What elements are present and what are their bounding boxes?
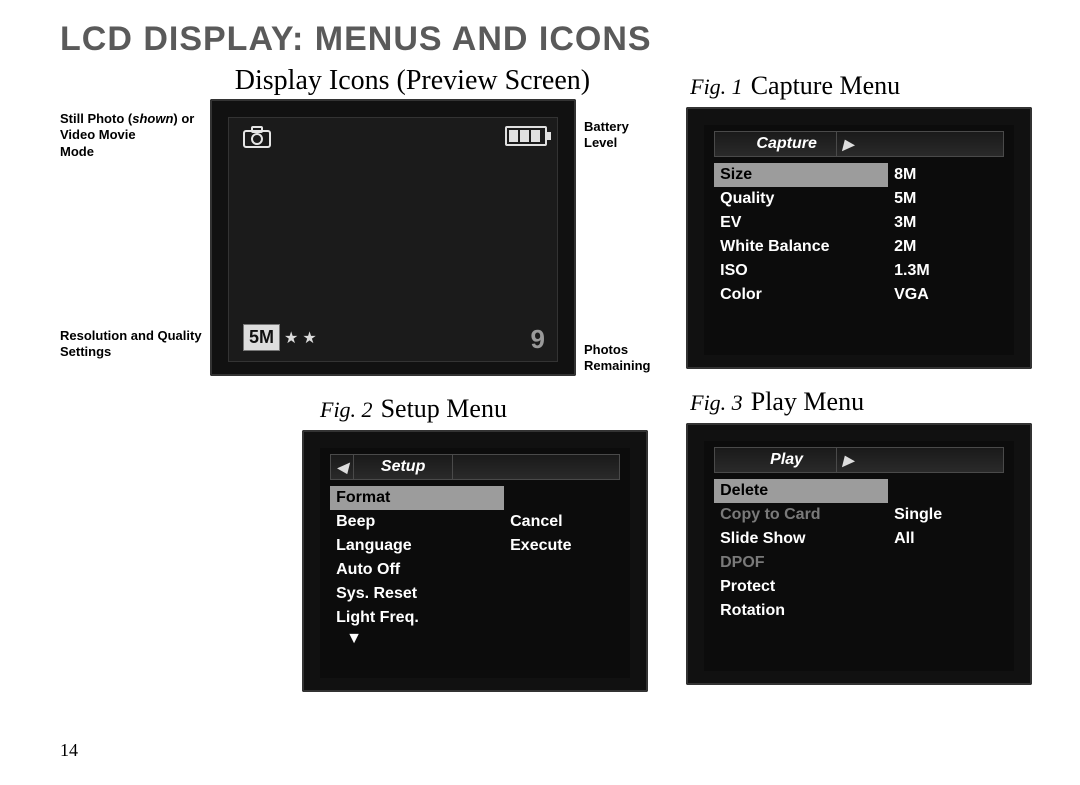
menu-item: Light Freq.: [330, 606, 504, 630]
camera-icon: [243, 126, 271, 154]
menu-value: 8M: [888, 163, 1004, 187]
tab-arrow-right-icon: ▶: [837, 448, 859, 472]
photos-remaining-value: 9: [531, 324, 545, 355]
menu-item: Quality: [714, 187, 888, 211]
setup-lcd-frame: ◀ Setup Format Beep Language Auto Off: [302, 430, 648, 692]
menu-value: [504, 558, 620, 582]
label-mode-2: Video Movie: [60, 127, 210, 143]
menu-item: Language: [330, 534, 504, 558]
capture-lcd-screen: ◀ Capture ▶ Size Quality EV White Balanc…: [704, 125, 1014, 355]
menu-item: Color: [714, 283, 888, 307]
menu-item: Auto Off: [330, 558, 504, 582]
label-batt-2: Level: [584, 135, 656, 151]
menu-value: [888, 575, 1004, 599]
fig2-prefix: Fig. 2: [320, 397, 373, 422]
menu-item: Format: [330, 486, 504, 510]
label-photos-2: Remaining: [584, 358, 656, 374]
play-lcd-screen: ◀ Play ▶ Delete Copy to Card Slide Show: [704, 441, 1014, 671]
menu-value: 1.3M: [888, 259, 1004, 283]
capture-lcd-frame: ◀ Capture ▶ Size Quality EV White Balanc…: [686, 107, 1032, 369]
label-photos-1: Photos: [584, 342, 656, 358]
fig1-title: Capture Menu: [751, 71, 900, 100]
menu-item: Copy to Card: [714, 503, 888, 527]
resolution-badge: 5M: [243, 324, 280, 351]
menu-value: 3M: [888, 211, 1004, 235]
menu-value: [888, 479, 1004, 503]
tab-arrow-right-icon: ▶: [837, 132, 859, 156]
page-title: LCD DISPLAY: MENUS AND ICONS: [60, 20, 1050, 59]
play-tab: Play: [737, 448, 837, 472]
menu-item: EV: [714, 211, 888, 235]
menu-value: [504, 582, 620, 606]
label-mode-1b: ) or: [173, 111, 194, 126]
menu-item: ISO: [714, 259, 888, 283]
label-mode-3: Mode: [60, 144, 210, 160]
setup-lcd-screen: ◀ Setup Format Beep Language Auto Off: [320, 448, 630, 678]
capture-tab: Capture: [737, 132, 837, 156]
menu-value: [504, 486, 620, 510]
tab-arrow-left-icon: ◀: [331, 455, 353, 479]
menu-item: Delete: [714, 479, 888, 503]
label-mode-1a: Still Photo (: [60, 111, 132, 126]
menu-item: Beep: [330, 510, 504, 534]
preview-right-labels: Battery Level Photos Remaining: [576, 99, 656, 376]
menu-item: Sys. Reset: [330, 582, 504, 606]
fig2-title: Setup Menu: [381, 394, 507, 423]
menu-item: Slide Show: [714, 527, 888, 551]
preview-heading: Display Icons (Preview Screen): [60, 65, 668, 97]
preview-lcd-frame: 5M ★ ★ 9: [210, 99, 576, 376]
quality-star-icon: ★: [302, 328, 316, 348]
menu-value: 5M: [888, 187, 1004, 211]
menu-value: VGA: [888, 283, 1004, 307]
menu-value: [888, 551, 1004, 575]
label-res-1: Resolution and Quality: [60, 328, 210, 344]
play-lcd-frame: ◀ Play ▶ Delete Copy to Card Slide Show: [686, 423, 1032, 685]
menu-item: Rotation: [714, 599, 888, 623]
menu-value: Cancel: [504, 510, 620, 534]
label-res-2: Settings: [60, 344, 210, 360]
menu-value: 2M: [888, 235, 1004, 259]
menu-item: Size: [714, 163, 888, 187]
more-down-icon: ▼: [330, 630, 504, 648]
menu-value: [888, 599, 1004, 623]
fig3-title: Play Menu: [751, 387, 864, 416]
fig3-prefix: Fig. 3: [690, 390, 743, 415]
menu-item: Protect: [714, 575, 888, 599]
page-number: 14: [60, 740, 78, 761]
label-mode-shown: shown: [132, 111, 173, 126]
preview-left-labels: Still Photo (shown) or Video Movie Mode …: [60, 99, 210, 376]
preview-lcd-screen: 5M ★ ★ 9: [228, 117, 558, 362]
menu-item: White Balance: [714, 235, 888, 259]
menu-value: Execute: [504, 534, 620, 558]
label-batt-1: Battery: [584, 119, 656, 135]
quality-star-icon: ★: [284, 328, 298, 348]
setup-tab: Setup: [353, 455, 453, 479]
fig1-prefix: Fig. 1: [690, 74, 743, 99]
menu-item: DPOF: [714, 551, 888, 575]
battery-icon: [505, 126, 547, 146]
menu-value: [504, 606, 620, 630]
menu-value: All: [888, 527, 1004, 551]
menu-value: Single: [888, 503, 1004, 527]
